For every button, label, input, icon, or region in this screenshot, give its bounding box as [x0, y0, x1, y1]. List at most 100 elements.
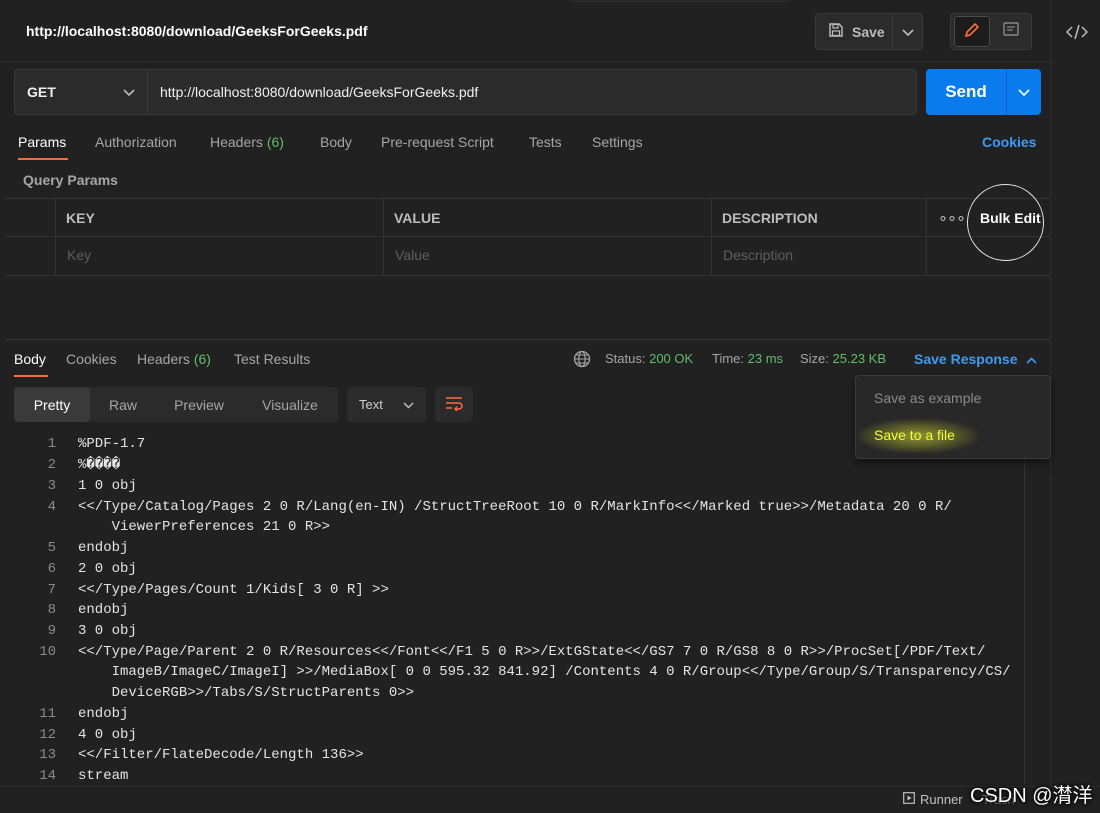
edit-mode-button[interactable] — [954, 16, 990, 47]
line-number: 7 — [47, 582, 56, 598]
url-input[interactable] — [147, 69, 917, 115]
tab-params[interactable]: Params — [18, 134, 66, 150]
line-number: 3 — [47, 478, 56, 494]
save-response-button[interactable]: Save Response — [914, 351, 1037, 367]
line-number: 6 — [47, 561, 56, 577]
line-number: 8 — [47, 602, 56, 618]
tab-headers-label: Headers — [210, 134, 263, 150]
time-info[interactable]: Time: 23 ms — [712, 351, 783, 366]
view-raw[interactable]: Raw — [92, 387, 154, 422]
cookies-link[interactable]: Cookies — [982, 134, 1036, 150]
query-params-heading: Query Params — [23, 172, 118, 188]
description-placeholder[interactable]: Description — [723, 247, 793, 263]
column-divider — [55, 198, 56, 276]
code-line-wrap: DeviceRGB>>/Tabs/S/StructParents 0>> — [78, 685, 415, 701]
code-line: 3 0 obj — [78, 623, 137, 639]
view-visualize[interactable]: Visualize — [244, 387, 336, 422]
line-number: 14 — [39, 768, 56, 784]
column-divider — [383, 198, 384, 276]
time-label: Time: — [712, 351, 745, 366]
column-divider — [926, 198, 927, 276]
line-number: 10 — [39, 644, 56, 660]
code-line: <</Type/Catalog/Pages 2 0 R/Lang(en-IN) … — [78, 499, 952, 515]
active-tab-indicator — [14, 375, 48, 377]
save-options-button[interactable] — [893, 13, 923, 50]
menu-item-save-as-example[interactable]: Save as example — [874, 390, 981, 406]
column-divider — [711, 198, 712, 276]
request-title[interactable]: http://localhost:8080/download/GeeksForG… — [26, 23, 368, 39]
tab-strip-edge — [570, 0, 790, 2]
code-line: endobj — [78, 602, 129, 618]
play-icon — [903, 792, 915, 807]
line-number: 5 — [47, 540, 56, 556]
tab-authorization[interactable]: Authorization — [95, 134, 177, 150]
code-line: <</Filter/FlateDecode/Length 136>> — [78, 747, 364, 763]
query-params-table — [5, 198, 1049, 276]
view-pretty[interactable]: Pretty — [14, 387, 90, 422]
line-number: 1 — [47, 436, 56, 452]
code-line-wrap: ViewerPreferences 21 0 R>> — [78, 519, 331, 535]
save-button[interactable]: Save — [815, 13, 893, 50]
code-line: 4 0 obj — [78, 727, 137, 743]
line-number: 13 — [39, 747, 56, 763]
code-line: endobj — [78, 706, 129, 722]
value-placeholder[interactable]: Value — [395, 247, 430, 263]
status-info[interactable]: Status: 200 OK — [605, 351, 693, 366]
send-options-button[interactable] — [1006, 69, 1041, 115]
response-tab-test-results[interactable]: Test Results — [234, 351, 310, 367]
view-preview[interactable]: Preview — [160, 387, 238, 422]
line-number: 9 — [47, 623, 56, 639]
size-info[interactable]: Size: 25.23 KB — [800, 351, 886, 366]
code-line: endobj — [78, 540, 129, 556]
chevron-up-icon — [1025, 351, 1037, 367]
tab-pre-request-script[interactable]: Pre-request Script — [381, 134, 494, 150]
size-value: 25.23 KB — [832, 351, 887, 366]
right-sidebar — [1050, 0, 1100, 790]
status-label: Status: — [605, 351, 646, 366]
code-line: %PDF-1.7 — [78, 436, 146, 452]
chevron-down-icon — [1018, 84, 1030, 100]
wrap-lines-icon — [444, 395, 464, 414]
response-tab-headers[interactable]: Headers (6) — [137, 351, 211, 367]
code-snippet-icon[interactable] — [1064, 20, 1090, 44]
code-line-wrap: ImageB/ImageC/ImageI] >>/MediaBox[ 0 0 5… — [78, 664, 1011, 680]
response-tab-body[interactable]: Body — [14, 351, 46, 367]
tab-headers[interactable]: Headers (6) — [210, 134, 284, 150]
code-line: <</Type/Pages/Count 1/Kids[ 3 0 R] >> — [78, 582, 389, 598]
time-value: 23 ms — [747, 351, 784, 366]
status-value: 200 OK — [649, 351, 694, 366]
key-placeholder[interactable]: Key — [67, 247, 91, 263]
runner-label: Runner — [920, 792, 963, 807]
response-body-viewer[interactable]: 1 %PDF-1.7 2 %���� 3 1 0 obj 4 <</Type/C… — [5, 432, 1025, 784]
response-headers-label: Headers — [137, 351, 190, 367]
documentation-mode-button[interactable] — [994, 16, 1028, 47]
column-header-key: KEY — [66, 210, 95, 226]
code-line: <</Type/Page/Parent 2 0 R/Resources<</Fo… — [78, 644, 986, 660]
send-button[interactable]: Send — [926, 69, 1006, 115]
pencil-icon — [963, 21, 981, 42]
bulk-edit-button[interactable]: Bulk Edit — [980, 210, 1041, 226]
more-options-icon[interactable]: ∘∘∘ — [938, 208, 966, 228]
tab-body[interactable]: Body — [320, 134, 352, 150]
runner-button[interactable]: Runner — [903, 792, 963, 807]
headers-count: (6) — [266, 134, 284, 150]
column-header-description: DESCRIPTION — [722, 210, 818, 226]
globe-icon[interactable] — [573, 350, 591, 368]
panel-divider[interactable] — [5, 339, 1049, 340]
menu-item-save-to-file[interactable]: Save to a file — [874, 427, 955, 443]
response-tab-cookies[interactable]: Cookies — [66, 351, 117, 367]
chevron-down-icon — [403, 397, 414, 412]
tab-settings[interactable]: Settings — [592, 134, 643, 150]
save-label: Save — [852, 23, 885, 40]
active-tab-indicator — [18, 158, 68, 160]
response-headers-count: (6) — [193, 351, 211, 367]
wrap-lines-button[interactable] — [435, 387, 473, 422]
method-select[interactable]: GET — [14, 69, 148, 115]
scrollbar[interactable] — [1024, 432, 1025, 784]
comment-icon — [1002, 21, 1020, 42]
line-number: 2 — [47, 457, 56, 473]
code-line: %���� — [78, 457, 121, 473]
format-select[interactable]: Text — [347, 387, 426, 422]
size-label: Size: — [800, 351, 829, 366]
tab-tests[interactable]: Tests — [529, 134, 562, 150]
